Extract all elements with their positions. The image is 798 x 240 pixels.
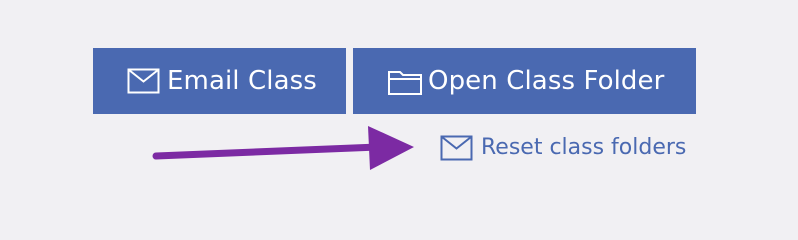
envelope-icon: [127, 68, 160, 94]
reset-class-folders-link[interactable]: Reset class folders: [440, 133, 686, 163]
folder-icon: [387, 66, 423, 96]
reset-class-folders-label: Reset class folders: [481, 135, 687, 160]
email-class-label: Email Class: [167, 66, 317, 96]
arrow-right-icon: [152, 126, 414, 170]
envelope-icon: [440, 135, 473, 161]
email-class-button[interactable]: Email Class: [93, 48, 346, 114]
open-class-folder-label: Open Class Folder: [428, 66, 665, 96]
open-class-folder-button[interactable]: Open Class Folder: [353, 48, 696, 114]
